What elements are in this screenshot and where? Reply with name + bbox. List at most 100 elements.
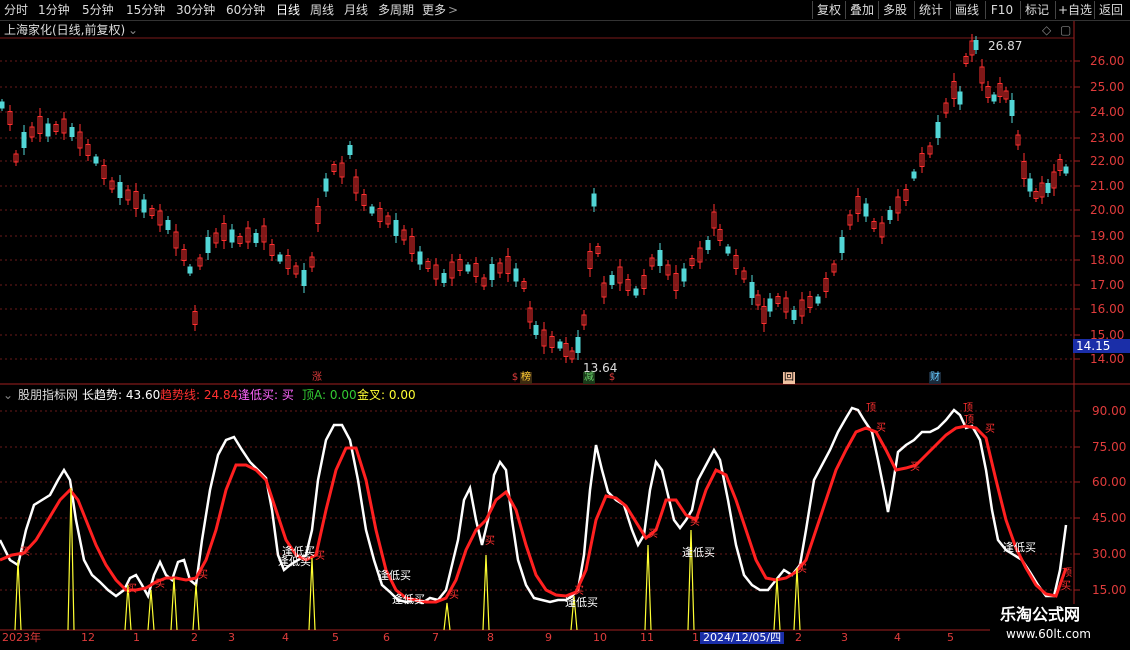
golden-cross-spike xyxy=(482,554,490,631)
indicator-name[interactable]: 股朋指标网 xyxy=(18,388,78,402)
candle-body xyxy=(725,246,731,254)
candle-body xyxy=(513,268,519,282)
chevron-down-icon[interactable]: ⌄ xyxy=(128,23,138,37)
indicator-tick: 90.00 xyxy=(1092,404,1127,418)
time-label: 1 xyxy=(692,631,699,644)
candle-body xyxy=(705,240,711,250)
candle-body xyxy=(45,123,51,137)
buy-mark: 买 xyxy=(985,424,995,435)
candle-body xyxy=(1027,178,1033,192)
time-label: 3 xyxy=(228,631,235,644)
candle-body xyxy=(839,237,845,253)
buy-mark: 买 xyxy=(876,423,886,434)
candle-body xyxy=(229,229,235,243)
indicator-field-golden-cross: 金叉: 0.00 xyxy=(357,388,416,402)
time-label: 4 xyxy=(894,631,901,644)
watermark-url: www.60lt.com xyxy=(1006,627,1091,641)
price-tick: 25.00 xyxy=(1090,80,1125,94)
candle-body xyxy=(441,273,447,283)
candle-body xyxy=(609,275,615,285)
chart-canvas[interactable] xyxy=(0,0,1130,650)
trend-line xyxy=(0,424,1068,604)
candle-body xyxy=(369,206,375,214)
candle-body xyxy=(591,193,597,207)
time-label: 1 xyxy=(133,631,140,644)
event-marker-buyback[interactable]: 回 xyxy=(783,372,795,384)
indicator-field-trend-line: 趋势线: 24.84 xyxy=(160,388,239,402)
candle-body xyxy=(165,220,171,230)
candle-body xyxy=(749,282,755,298)
candle-body xyxy=(277,254,283,262)
dip-buy-annotation: 逢低买 xyxy=(1003,541,1036,554)
candle-body xyxy=(1063,166,1069,174)
candle-body xyxy=(911,171,917,179)
dip-buy-annotation: 逢低买 xyxy=(278,555,311,568)
golden-cross-spike xyxy=(773,577,781,631)
buy-mark: 买 xyxy=(127,584,137,595)
price-tick: 20.00 xyxy=(1090,203,1125,217)
golden-cross-spike xyxy=(67,487,75,631)
candle-body xyxy=(791,310,797,320)
event-marker-reduce[interactable]: 减 xyxy=(583,372,595,384)
golden-cross-spike xyxy=(192,583,200,631)
candle-body xyxy=(0,101,5,109)
candle-body xyxy=(489,264,495,280)
candle-body xyxy=(991,94,997,102)
candle-body xyxy=(681,268,687,282)
candle-body xyxy=(533,325,539,335)
buy-mark: 买 xyxy=(198,570,208,581)
diamond-icon[interactable]: ◇ xyxy=(1042,23,1051,37)
buy-mark: 买 xyxy=(797,564,807,575)
candle-body xyxy=(21,132,27,148)
candle-body xyxy=(417,251,423,265)
price-tick: 18.00 xyxy=(1090,253,1125,267)
buy-mark: 买 xyxy=(574,586,584,597)
candle-body xyxy=(887,210,893,220)
time-label: 10 xyxy=(593,631,607,644)
time-label: 2 xyxy=(795,631,802,644)
time-label: 9 xyxy=(545,631,552,644)
candle-body xyxy=(323,178,329,192)
price-tick: 19.00 xyxy=(1090,229,1125,243)
watermark-title: 乐淘公式网 xyxy=(1000,605,1081,624)
event-marker-finance[interactable]: 财 xyxy=(929,372,941,384)
golden-cross-spike xyxy=(14,559,22,631)
dip-buy-annotation: 逢低买 xyxy=(392,593,425,606)
dip-buy-annotation: 逢低买 xyxy=(378,569,411,582)
event-marker-limit-up[interactable]: 涨 xyxy=(311,372,323,384)
price-tick: 16.00 xyxy=(1090,302,1125,316)
buy-mark: 买 xyxy=(1061,581,1071,592)
top-mark: 顶 xyxy=(866,403,876,414)
indicator-tick: 30.00 xyxy=(1092,547,1127,561)
event-marker-ranking[interactable]: 榜 xyxy=(520,372,532,384)
candle-body xyxy=(187,266,193,274)
time-label: 11 xyxy=(640,631,654,644)
indicator-field-dip-buy: 逢低买: 买 xyxy=(238,388,294,402)
candle-body xyxy=(93,156,99,164)
time-label: 5 xyxy=(947,631,954,644)
golden-cross-spike xyxy=(644,544,652,631)
golden-cross-spike xyxy=(793,567,801,631)
candle-body xyxy=(557,341,563,349)
golden-cross-spike xyxy=(687,529,695,631)
event-marker-dollar[interactable]: $ xyxy=(606,372,618,384)
price-tick: 23.00 xyxy=(1090,131,1125,145)
candle-body xyxy=(863,203,869,217)
buy-mark: 买 xyxy=(485,536,495,547)
time-label: 5 xyxy=(332,631,339,644)
price-tick: 21.00 xyxy=(1090,179,1125,193)
indicator-field-long-trend: 长趋势: 43.60 xyxy=(82,388,161,402)
time-label: 7 xyxy=(432,631,439,644)
top-mark: 顶 xyxy=(964,415,974,426)
chevron-down-icon[interactable]: ⌄ xyxy=(3,388,13,402)
candle-body xyxy=(657,250,663,266)
indicator-tick: 15.00 xyxy=(1092,583,1127,597)
price-tick: 26.00 xyxy=(1090,54,1125,68)
candle-body xyxy=(957,91,963,105)
window-icon[interactable]: ▢ xyxy=(1060,23,1071,37)
buy-mark: 买 xyxy=(690,517,700,528)
time-label: 12 xyxy=(81,631,95,644)
candle-body xyxy=(205,237,211,253)
candle-body xyxy=(253,233,259,243)
golden-cross-spike xyxy=(170,577,178,631)
